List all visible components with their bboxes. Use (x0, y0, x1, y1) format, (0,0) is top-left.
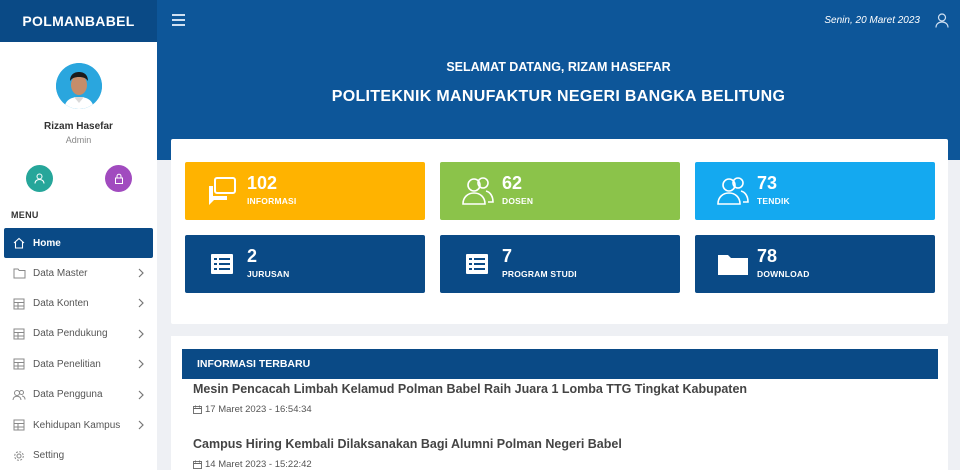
stat-value: 7 (502, 246, 513, 266)
sidebar-item-data-master[interactable]: Data Master (0, 258, 157, 288)
sidebar-item-data-penelitian[interactable]: Data Penelitian (0, 349, 157, 379)
avatar (56, 63, 102, 109)
stat-value: 78 (757, 246, 778, 266)
stat-value: 73 (757, 173, 778, 193)
latest-info-header: INFORMASI TERBARU (182, 349, 938, 379)
lock-icon (114, 173, 123, 184)
stat-label: TENDIK (757, 196, 790, 206)
stat-value: 102 (247, 173, 278, 193)
stat-card-dosen[interactable]: 62 DOSEN (440, 162, 680, 220)
list-item: Campus Hiring Kembali Dilaksanakan Bagi … (193, 437, 933, 470)
brand-logo[interactable]: POLMANBABEL (0, 0, 157, 42)
stat-label: DOSEN (502, 196, 534, 206)
latest-info-section: INFORMASI TERBARU Mesin Pencacah Limbah … (171, 336, 948, 470)
home-icon (12, 236, 26, 250)
profile-button[interactable] (26, 165, 53, 192)
stat-label: INFORMASI (247, 196, 297, 206)
table-icon (12, 327, 26, 341)
sidebar-nav: Home Data Master Data Konten Data Penduk… (0, 228, 157, 470)
users-icon (462, 177, 494, 205)
news-date: 14 Maret 2023 - 15:22:42 (205, 459, 312, 470)
current-date: Senin, 20 Maret 2023 (824, 15, 920, 26)
list-icon (211, 254, 233, 274)
folder-icon (12, 266, 26, 280)
news-title-link[interactable]: Mesin Pencacah Limbah Kelamud Polman Bab… (193, 382, 933, 396)
chevron-right-icon (138, 390, 144, 399)
sidebar-item-label: Data Penelitian (33, 358, 101, 370)
sidebar-item-label: Home (33, 237, 61, 249)
menu-title: MENU (11, 210, 39, 220)
lock-button[interactable] (105, 165, 132, 192)
news-title-link[interactable]: Campus Hiring Kembali Dilaksanakan Bagi … (193, 437, 933, 451)
sidebar-item-label: Kehidupan Kampus (33, 419, 121, 431)
users-icon (12, 388, 26, 402)
stat-value: 62 (502, 173, 523, 193)
news-meta: 14 Maret 2023 - 15:22:42 (193, 459, 933, 470)
sidebar-item-setting[interactable]: Setting (0, 440, 157, 470)
hamburger-menu-icon[interactable] (172, 14, 185, 26)
stat-card-tendik[interactable]: 73 TENDIK (695, 162, 935, 220)
stat-card-download[interactable]: 78 DOWNLOAD (695, 235, 935, 293)
sidebar-item-label: Data Pendukung (33, 328, 108, 340)
chevron-right-icon (138, 268, 144, 278)
list-item: Mesin Pencacah Limbah Kelamud Polman Bab… (193, 382, 933, 415)
stat-value: 2 (247, 246, 258, 266)
institution-name: POLITEKNIK MANUFAKTUR NEGERI BANGKA BELI… (331, 88, 786, 105)
folder-icon (718, 255, 748, 275)
sidebar: Rizam Hasefar Admin MENU Home Data Maste… (0, 42, 157, 470)
table-icon (12, 297, 26, 311)
sidebar-item-label: Data Pengguna (33, 389, 103, 401)
table-icon (12, 418, 26, 432)
sidebar-item-label: Data Konten (33, 298, 89, 310)
stat-label: DOWNLOAD (757, 269, 810, 279)
user-name: Rizam Hasefar (44, 121, 113, 132)
calendar-icon (193, 405, 202, 414)
table-icon (12, 357, 26, 371)
chevron-right-icon (138, 298, 144, 308)
chevron-right-icon (138, 359, 144, 369)
sidebar-item-data-pendukung[interactable]: Data Pendukung (0, 319, 157, 349)
top-bar: POLMANBABEL Senin, 20 Maret 2023 (0, 0, 960, 42)
sidebar-item-data-pengguna[interactable]: Data Pengguna (0, 380, 157, 410)
sidebar-item-data-konten[interactable]: Data Konten (0, 288, 157, 318)
calendar-icon (193, 460, 202, 469)
stats-panel: 102 INFORMASI 62 DOSEN 73 TENDIK 2 JURUS (171, 139, 948, 324)
sidebar-item-label: Setting (33, 450, 65, 462)
chevron-right-icon (138, 420, 144, 430)
stat-card-jurusan[interactable]: 2 JURUSAN (185, 235, 425, 293)
sidebar-item-home[interactable]: Home (4, 228, 153, 258)
chat-icon (209, 177, 236, 205)
sidebar-item-label: Data Master (33, 267, 88, 279)
welcome-text: SELAMAT DATANG, RIZAM HASEFAR (446, 60, 671, 74)
chevron-right-icon (138, 329, 144, 339)
sidebar-item-kehidupan-kampus[interactable]: Kehidupan Kampus (0, 410, 157, 440)
news-date: 17 Maret 2023 - 16:54:34 (205, 404, 312, 415)
stat-card-program-studi[interactable]: 7 PROGRAM STUDI (440, 235, 680, 293)
user-account-icon[interactable] (935, 13, 949, 28)
stat-card-informasi[interactable]: 102 INFORMASI (185, 162, 425, 220)
stat-label: PROGRAM STUDI (502, 269, 577, 279)
stat-label: JURUSAN (247, 269, 290, 279)
user-role: Admin (65, 135, 92, 145)
gear-icon (12, 449, 26, 463)
users-icon (717, 177, 749, 205)
list-icon (466, 254, 488, 274)
user-icon (34, 173, 45, 184)
news-meta: 17 Maret 2023 - 16:54:34 (193, 404, 933, 415)
